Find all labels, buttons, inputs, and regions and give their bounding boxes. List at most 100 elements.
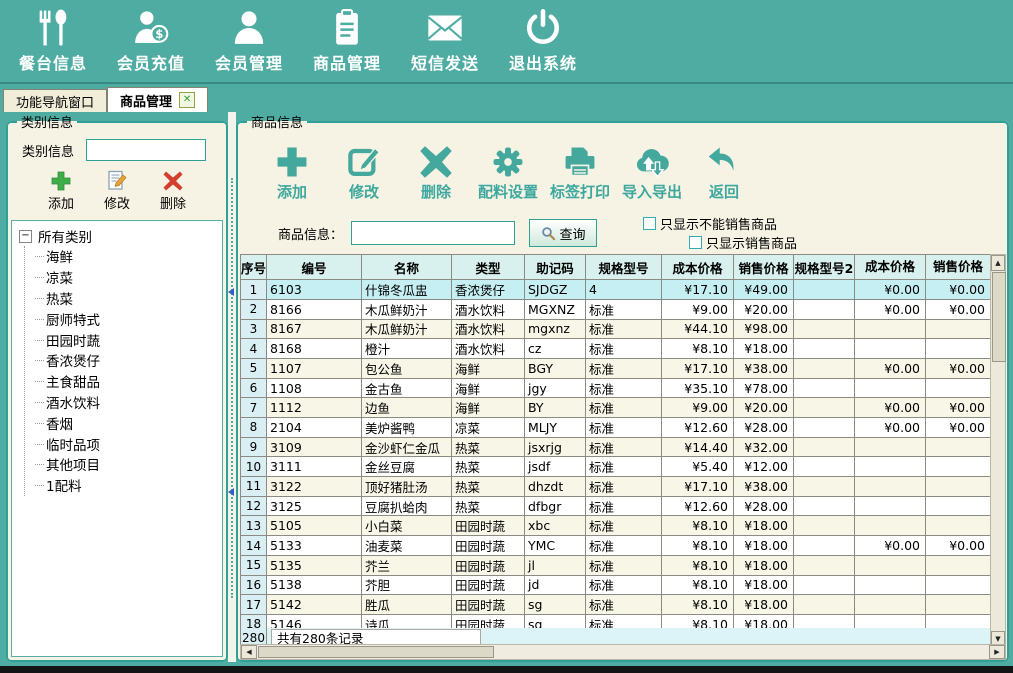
tree-item[interactable]: 主食甜品 — [35, 371, 222, 392]
horizontal-scrollbar[interactable]: ◀ ▶ — [240, 644, 1006, 660]
column-header-7[interactable]: 销售价格 — [734, 255, 794, 280]
table-row[interactable]: 155135芥兰田园时蔬jl标准¥8.10¥18.00 — [241, 556, 990, 576]
table-row[interactable]: 71112边鱼海鲜BY标准¥9.00¥20.00¥0.00¥0.00 — [241, 398, 990, 418]
tree-item[interactable]: 香烟 — [35, 412, 222, 433]
tree-item[interactable]: 凉菜 — [35, 267, 222, 288]
tree-item[interactable]: 临时品项 — [35, 433, 222, 454]
table-row[interactable]: 61108金古鱼海鲜jgy标准¥35.10¥78.00 — [241, 379, 990, 399]
checkbox-box-icon[interactable] — [689, 236, 702, 249]
modify-category-button[interactable]: 修改 — [104, 170, 130, 212]
cell: ¥38.00 — [734, 477, 794, 497]
horizontal-scroll-thumb[interactable] — [258, 646, 494, 658]
table-row[interactable]: 93109金沙虾仁金瓜热菜jsxrjg标准¥14.40¥32.00 — [241, 438, 990, 458]
table-row[interactable]: 145133油麦菜田园时蔬YMC标准¥8.10¥18.00¥0.00¥0.00 — [241, 536, 990, 556]
clipboard-icon — [326, 8, 368, 48]
table-row[interactable]: 185146诗瓜田园时蔬sg标准¥8.10¥18.00 — [241, 615, 990, 628]
tree-collapse-icon[interactable]: − — [19, 230, 32, 243]
tab-nav-window[interactable]: 功能导航窗口 — [3, 89, 107, 112]
tree-item[interactable]: 热菜 — [35, 288, 222, 309]
table-row[interactable]: 113122顶好猪肚汤热菜dhzdt标准¥17.10¥38.00 — [241, 477, 990, 497]
table-row[interactable]: 38167木瓜鲜奶汁酒水饮料mgxnz标准¥44.10¥98.00 — [241, 320, 990, 340]
cell: 标准 — [586, 457, 662, 477]
tree-item[interactable]: 酒水饮料 — [35, 392, 222, 413]
import-export-button[interactable]: 导入导出 — [622, 145, 682, 202]
back-button[interactable]: 返回 — [694, 145, 754, 202]
table-row[interactable]: 16103什锦冬瓜盅香浓煲仔SJDGZ4¥17.10¥49.00¥0.00¥0.… — [241, 280, 990, 300]
table-row[interactable]: 82104美炉酱鸭凉菜MLJY标准¥12.60¥28.00¥0.00¥0.00 — [241, 418, 990, 438]
cell: 4 — [241, 339, 267, 359]
table-row[interactable]: 103111金丝豆腐热菜jsdf标准¥5.40¥12.00 — [241, 457, 990, 477]
tree-item[interactable]: 香浓煲仔 — [35, 350, 222, 371]
tree-root-node[interactable]: − 所有类别 — [19, 226, 222, 246]
product-search-input[interactable] — [351, 221, 515, 245]
add-product-button[interactable]: 添加 — [262, 145, 322, 202]
tree-item[interactable]: 海鲜 — [35, 246, 222, 267]
table-row[interactable]: 135105小白菜田园时蔬xbc标准¥8.10¥18.00 — [241, 516, 990, 536]
tree-item[interactable]: 厨师特式 — [35, 308, 222, 329]
column-header-1[interactable]: 编号 — [267, 255, 362, 280]
toolbar-item-member-recharge[interactable]: $会员充值 — [114, 8, 188, 74]
tree-children: 海鲜凉菜热菜厨师特式田园时蔬香浓煲仔主食甜品酒水饮料香烟临时品项其他项目1配料 — [24, 246, 222, 496]
add-category-button[interactable]: 添加 — [48, 170, 74, 212]
checkbox-box-icon[interactable] — [643, 217, 656, 230]
column-header-8[interactable]: 规格型号2 — [794, 255, 855, 280]
cell: ¥35.10 — [662, 379, 734, 399]
cell: 12 — [241, 497, 267, 517]
cell: 16 — [241, 576, 267, 596]
delete-product-button[interactable]: 删除 — [406, 145, 466, 202]
cell: 17 — [241, 595, 267, 615]
cell: 酒水饮料 — [452, 339, 525, 359]
tab-close-icon[interactable]: ✕ — [179, 92, 195, 108]
splitter-collapse-arrow-icon[interactable] — [228, 288, 234, 296]
cell — [926, 339, 990, 359]
column-header-10[interactable]: 销售价格 — [926, 255, 991, 280]
ingredient-settings-button[interactable]: 配料设置 — [478, 145, 538, 202]
column-header-3[interactable]: 类型 — [452, 255, 525, 280]
table-row[interactable]: 51107包公鱼海鲜BGY标准¥17.10¥38.00¥0.00¥0.00 — [241, 359, 990, 379]
tree-item[interactable]: 田园时蔬 — [35, 329, 222, 350]
cell: 5135 — [267, 556, 362, 576]
cell: 3122 — [267, 477, 362, 497]
splitter-collapse-arrow-icon[interactable] — [228, 488, 234, 496]
cell: 标准 — [586, 497, 662, 517]
delete-category-button[interactable]: 删除 — [160, 170, 186, 212]
cell — [794, 359, 855, 379]
tab-product-manage[interactable]: 商品管理✕ — [107, 87, 208, 112]
panel-splitter[interactable] — [228, 112, 236, 662]
tree-item[interactable]: 其他项目 — [35, 454, 222, 475]
cell: 5142 — [267, 595, 362, 615]
column-header-5[interactable]: 规格型号 — [586, 255, 662, 280]
toolbar-item-table-info[interactable]: 餐台信息 — [16, 8, 90, 74]
cell: ¥18.00 — [734, 339, 794, 359]
toolbar-item-product-manage[interactable]: 商品管理 — [310, 8, 384, 74]
query-button[interactable]: 查询 — [529, 219, 597, 247]
scroll-right-button[interactable]: ▶ — [989, 645, 1005, 659]
table-row[interactable]: 48168橙汁酒水饮料cz标准¥8.10¥18.00 — [241, 339, 990, 359]
table-row[interactable]: 123125豆腐扒蛤肉热菜dfbgr标准¥12.60¥28.00 — [241, 497, 990, 517]
toolbar-item-exit-system[interactable]: 退出系统 — [506, 8, 580, 74]
scroll-up-button[interactable]: ▲ — [991, 255, 1005, 271]
column-header-6[interactable]: 成本价格 — [662, 255, 734, 280]
vertical-scrollbar[interactable]: ▲ ▼ — [990, 254, 1006, 648]
table-row[interactable]: 28166木瓜鲜奶汁酒水饮料MGXNZ标准¥9.00¥20.00¥0.00¥0.… — [241, 300, 990, 320]
table-row[interactable]: 165138芥胆田园时蔬jd标准¥8.10¥18.00 — [241, 576, 990, 596]
category-input[interactable] — [86, 139, 206, 161]
column-header-9[interactable]: 成本价格 — [855, 255, 926, 280]
cell: ¥17.10 — [662, 477, 734, 497]
vertical-scroll-thumb[interactable] — [992, 272, 1006, 362]
modify-product-button[interactable]: 修改 — [334, 145, 394, 202]
scroll-left-button[interactable]: ◀ — [241, 645, 257, 659]
column-header-0[interactable]: 序号 — [241, 255, 267, 280]
checkbox-only-sellable[interactable]: 只显示销售商品 — [689, 233, 797, 252]
column-header-4[interactable]: 助记码 — [525, 255, 586, 280]
checkbox-only-unsellable[interactable]: 只显示不能销售商品 — [643, 214, 797, 233]
table-row[interactable]: 175142胜瓜田园时蔬sg标准¥8.10¥18.00 — [241, 595, 990, 615]
toolbar-item-member-manage[interactable]: 会员管理 — [212, 8, 286, 74]
label-print-button[interactable]: 标签打印 — [550, 145, 610, 202]
cell: sg — [525, 615, 586, 628]
column-header-2[interactable]: 名称 — [362, 255, 452, 280]
tree-item[interactable]: 1配料 — [35, 475, 222, 496]
toolbar-item-sms-send[interactable]: 短信发送 — [408, 8, 482, 74]
cell: 田园时蔬 — [452, 576, 525, 596]
cell: ¥5.40 — [662, 457, 734, 477]
